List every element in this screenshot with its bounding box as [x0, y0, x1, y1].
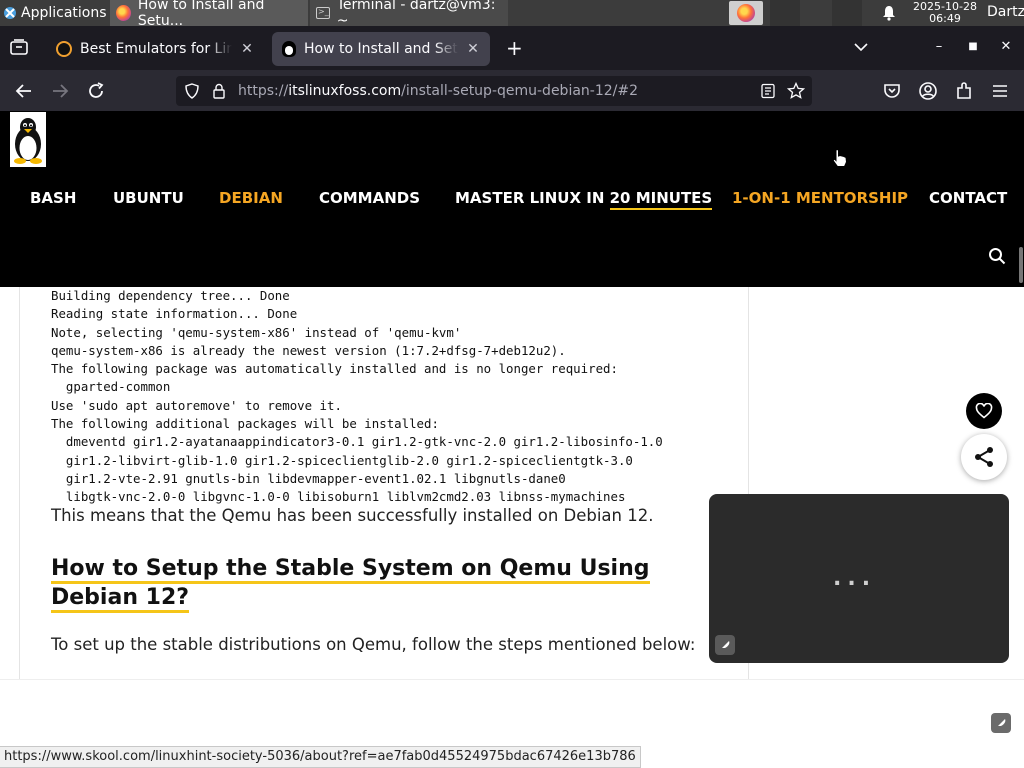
extensions-icon[interactable]	[954, 81, 974, 101]
terminal-output-block: Building dependency tree... Done Reading …	[51, 287, 731, 507]
menu-item-bash[interactable]: BASH	[30, 189, 76, 207]
tab-title: Best Emulators for Linux	[80, 41, 232, 57]
task-label: Terminal - dartz@vm3: ~	[336, 0, 496, 29]
menu-item-commands[interactable]: COMMANDS	[319, 189, 420, 207]
navigation-toolbar: https://itslinuxfoss.com/install-setup-q…	[0, 70, 1024, 111]
xfce-logo-icon	[4, 7, 16, 19]
emulator-favicon	[56, 41, 72, 57]
notification-bell-icon[interactable]	[881, 5, 897, 21]
share-icon	[975, 447, 993, 467]
article-paragraph: This means that the Qemu has been succes…	[51, 506, 654, 525]
heart-icon	[975, 403, 993, 419]
lock-icon[interactable]	[212, 83, 226, 99]
code-line: Reading state information... Done	[51, 306, 298, 322]
account-icon[interactable]	[918, 81, 938, 101]
tracking-protection-shield-icon[interactable]	[184, 83, 200, 99]
article-content: Building dependency tree... Done Reading …	[19, 287, 749, 679]
firefox-view-icon[interactable]	[10, 39, 28, 55]
url-domain: itslinuxfoss.com	[288, 83, 402, 99]
page-footer-area	[0, 679, 1024, 746]
loading-indicator: ...	[833, 566, 877, 591]
hand-cursor-icon	[832, 148, 848, 167]
forward-icon[interactable]	[50, 81, 70, 101]
tab-install-setup[interactable]: How to Install and Setup ✕	[272, 32, 490, 66]
taskbar-task-firefox[interactable]: How to Install and Setu...	[110, 0, 308, 29]
list-all-tabs-icon[interactable]	[854, 42, 868, 52]
feather-icon[interactable]	[991, 713, 1011, 733]
menu-item-contact[interactable]: CONTACT	[929, 189, 1007, 207]
section-heading-text: How to Setup the Stable System on Qemu U…	[51, 556, 650, 613]
section-heading: How to Setup the Stable System on Qemu U…	[51, 554, 691, 613]
maximize-window-icon[interactable]: ■	[965, 41, 981, 52]
code-line: qemu-system-x86 is already the newest ve…	[51, 342, 566, 358]
tray-firefox-launcher[interactable]	[729, 1, 763, 25]
site-logo-tux[interactable]	[10, 112, 46, 167]
url-text: https://itslinuxfoss.com/install-setup-q…	[238, 83, 638, 99]
close-window-icon[interactable]: ✕	[998, 39, 1014, 54]
menu-item-master-linux[interactable]: MASTER LINUX IN 20 MINUTES	[455, 189, 713, 210]
code-line: Building dependency tree... Done	[51, 288, 290, 303]
code-line: gparted-common	[51, 379, 171, 395]
bookmark-star-icon[interactable]	[787, 82, 805, 100]
url-bar[interactable]: https://itslinuxfoss.com/install-setup-q…	[176, 76, 812, 106]
browser-tab-strip: Best Emulators for Linux ✕ How to Instal…	[0, 26, 1024, 70]
clock-time: 06:49	[929, 12, 961, 25]
main-menu: BASH UBUNTU DEBIAN COMMANDS MASTER LINUX…	[0, 189, 1024, 210]
applications-label: Applications	[21, 5, 107, 21]
menu-label-pre: MASTER LINUX IN	[455, 189, 610, 207]
pocket-icon[interactable]	[882, 81, 902, 101]
code-line: Note, selecting 'qemu-system-x86' instea…	[51, 324, 462, 340]
task-label: How to Install and Setu...	[137, 0, 265, 29]
firefox-icon	[116, 5, 131, 21]
close-tab-icon[interactable]: ✕	[240, 41, 254, 57]
menu-item-mentorship[interactable]: 1-ON-1 MENTORSHIP	[732, 189, 908, 207]
menu-item-debian[interactable]: DEBIAN	[219, 189, 283, 207]
url-path: /install-setup-qemu-debian-12/#2	[401, 83, 639, 99]
code-line: dmeventd gir1.2-ayatanaappindicator3-0.1…	[51, 434, 663, 450]
code-line: gir1.2-libvirt-glib-1.0 gir1.2-spiceclie…	[51, 452, 633, 468]
reload-icon[interactable]	[86, 81, 106, 101]
code-line: gir1.2-vte-2.91 gnutls-bin libdevmapper-…	[51, 470, 566, 486]
back-icon[interactable]	[14, 81, 34, 101]
code-line: Use 'sudo apt autoremove' to remove it.	[51, 397, 342, 413]
os-taskbar: Applications ⋮ How to Install and Setu..…	[0, 0, 1024, 29]
page-scrollbar-thumb[interactable]	[1019, 247, 1023, 283]
tux-favicon	[282, 41, 296, 57]
terminal-icon: >_	[316, 7, 330, 19]
menu-item-ubuntu[interactable]: UBUNTU	[113, 189, 184, 207]
reader-view-icon[interactable]	[760, 83, 776, 99]
search-icon[interactable]	[988, 247, 1006, 265]
share-button[interactable]	[961, 434, 1007, 480]
code-line: The following package was automatically …	[51, 361, 618, 377]
code-line: The following additional packages will b…	[51, 416, 439, 432]
applications-menu[interactable]: Applications ⋮	[0, 0, 123, 26]
favorite-button[interactable]	[966, 393, 1002, 429]
web-page: BASH UBUNTU DEBIAN COMMANDS MASTER LINUX…	[0, 111, 1024, 746]
url-prefix: https://	[238, 83, 289, 99]
minimize-window-icon[interactable]: –	[931, 39, 947, 54]
tray-spacer	[770, 0, 800, 26]
menu-label-underlined: 20 MINUTES	[609, 189, 713, 210]
hamburger-menu-icon[interactable]	[990, 81, 1010, 101]
site-header: BASH UBUNTU DEBIAN COMMANDS MASTER LINUX…	[0, 111, 1024, 287]
user-menu[interactable]: Dartz	[987, 4, 1024, 20]
link-status-bar: https://www.skool.com/linuxhint-society-…	[0, 746, 641, 768]
video-ad-placeholder[interactable]: ...	[709, 494, 1009, 663]
tab-title: How to Install and Setup	[304, 41, 458, 57]
new-tab-icon[interactable]: +	[506, 38, 523, 58]
code-line: libgtk-vnc-2.0-0 libgvnc-1.0-0 libisobur…	[51, 489, 626, 505]
close-tab-icon[interactable]: ✕	[466, 41, 480, 57]
taskbar-task-terminal[interactable]: >_ Terminal - dartz@vm3: ~	[310, 0, 508, 29]
article-paragraph: To set up the stable distributions on Qe…	[51, 635, 696, 654]
feather-icon[interactable]	[715, 635, 735, 655]
clock[interactable]: 2025-10-28 06:49	[912, 1, 978, 25]
tray-spacer	[832, 0, 862, 26]
tab-best-emulators[interactable]: Best Emulators for Linux ✕	[46, 32, 264, 66]
firefox-icon	[737, 4, 755, 22]
